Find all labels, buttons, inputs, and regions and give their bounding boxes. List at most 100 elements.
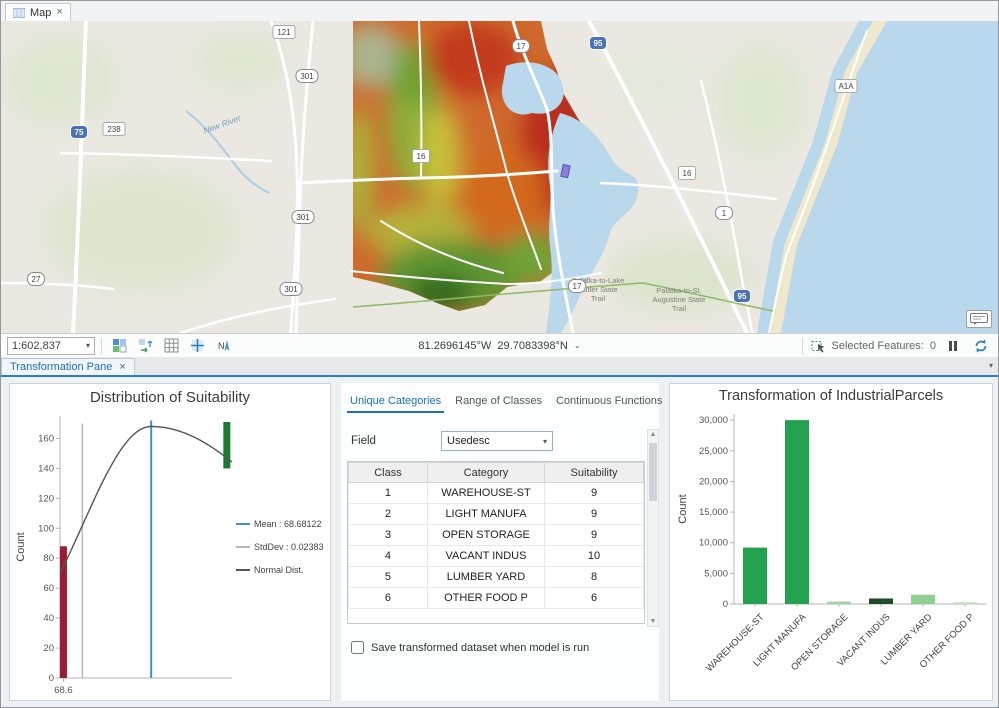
north-arrow-icon[interactable]: N bbox=[212, 336, 234, 356]
column-header-category[interactable]: Category bbox=[426, 462, 546, 483]
field-label: Field bbox=[351, 435, 376, 447]
pane-tab-close-icon[interactable]: × bbox=[119, 361, 125, 373]
scale-value: 1:602,837 bbox=[12, 339, 61, 352]
map-tab-close-icon[interactable]: × bbox=[56, 7, 62, 18]
table-row[interactable]: 2 LIGHT MANUFA 9 bbox=[348, 503, 644, 525]
column-header-suitability[interactable]: Suitability bbox=[544, 462, 644, 483]
route-shield-238: 238 bbox=[102, 122, 126, 136]
selected-features-count: 0 bbox=[929, 339, 936, 352]
bar-warehouse-st[interactable] bbox=[743, 547, 767, 604]
save-transformed-checkbox[interactable] bbox=[351, 641, 364, 654]
table-cell: WAREHOUSE-ST bbox=[426, 482, 546, 504]
route-shield-17: 17 bbox=[512, 39, 530, 53]
bar-other-food-p[interactable] bbox=[953, 602, 977, 604]
separator bbox=[801, 337, 803, 354]
y-axis-label: Count bbox=[15, 532, 27, 561]
scrollbar-thumb[interactable] bbox=[649, 443, 657, 501]
save-transformed-row[interactable]: Save transformed dataset when model is r… bbox=[351, 641, 589, 654]
route-shield-A1A: A1A bbox=[834, 79, 858, 93]
transformation-bar-chart: Transformation of IndustrialParcels 0 5,00… bbox=[677, 388, 986, 674]
table-cell: 9 bbox=[544, 482, 644, 504]
pane-menu-icon[interactable]: ▾ bbox=[989, 361, 993, 370]
coordinates-display[interactable]: 81.2696145°W 29.7083398°N ⌄ bbox=[418, 340, 580, 352]
svg-text:75: 75 bbox=[75, 128, 84, 137]
histogram-bar-high[interactable] bbox=[223, 421, 231, 469]
tab-range-of-classes[interactable]: Range of Classes bbox=[452, 393, 545, 411]
svg-text:0: 0 bbox=[49, 673, 54, 684]
svg-text:120: 120 bbox=[38, 493, 54, 504]
svg-text:160: 160 bbox=[38, 433, 54, 444]
pause-drawing-icon[interactable] bbox=[942, 336, 964, 356]
bar-light-manufa[interactable] bbox=[785, 420, 809, 604]
selection-icon bbox=[811, 340, 825, 353]
layer-grid-icon[interactable] bbox=[108, 336, 130, 356]
svg-text:100: 100 bbox=[38, 523, 54, 534]
grid-icon[interactable] bbox=[160, 336, 182, 356]
refresh-icon[interactable] bbox=[970, 336, 992, 356]
popup-pane-icon[interactable] bbox=[966, 310, 992, 328]
tab-unique-categories[interactable]: Unique Categories bbox=[347, 393, 445, 413]
route-shield-17: 17 bbox=[568, 279, 586, 293]
chart-axes bbox=[59, 416, 232, 679]
svg-text:Mean : 68.68122: Mean : 68.68122 bbox=[254, 519, 322, 529]
scrollbar[interactable]: ▲ ▼ bbox=[647, 429, 659, 627]
table-row[interactable]: 4 VACANT INDUS 10 bbox=[348, 545, 644, 567]
svg-text:A1A: A1A bbox=[838, 82, 854, 91]
table-row[interactable]: 5 LUMBER YARD 8 bbox=[348, 566, 644, 588]
route-shield-121: 121 bbox=[272, 25, 296, 39]
table-cell: 9 bbox=[544, 524, 644, 546]
pane-tab-label: Transformation Pane bbox=[10, 361, 113, 373]
column-header-class[interactable]: Class bbox=[348, 462, 428, 483]
route-shield-301: 301 bbox=[279, 282, 303, 296]
table-header-row: Class Category Suitability bbox=[348, 462, 644, 483]
table-row[interactable]: 3 OPEN STORAGE 9 bbox=[348, 524, 644, 546]
normal-dist-curve bbox=[59, 425, 233, 574]
scroll-up-icon[interactable]: ▲ bbox=[648, 431, 658, 438]
svg-text:25,000: 25,000 bbox=[699, 446, 728, 457]
swap-arrows-icon[interactable] bbox=[134, 336, 156, 356]
table-cell: OTHER FOOD P bbox=[426, 587, 546, 609]
svg-text:301: 301 bbox=[296, 213, 310, 222]
x-tick-label: 68.6 bbox=[54, 685, 73, 696]
svg-text:Normal Dist.: Normal Dist. bbox=[254, 565, 304, 575]
table-row[interactable]: 1 WAREHOUSE-ST 9 bbox=[348, 482, 644, 504]
document-tab-bar: Map × bbox=[1, 1, 998, 21]
statusbar-right-group: Selected Features: 0 bbox=[800, 336, 992, 356]
legend-item-normal[interactable]: Normal Dist. bbox=[236, 565, 304, 575]
scale-combobox[interactable]: 1:602,837 ▾ bbox=[7, 336, 95, 355]
legend-item-stddev[interactable]: StdDev : 0.02383 bbox=[236, 542, 324, 552]
bar-lumber-yard[interactable] bbox=[911, 594, 935, 604]
scroll-down-icon[interactable]: ▼ bbox=[648, 618, 658, 625]
tab-continuous-functions[interactable]: Continuous Functions bbox=[553, 393, 665, 411]
svg-text:0: 0 bbox=[723, 599, 728, 610]
map-canvas[interactable]: New RiverPalatka-to-Lake Butler State Trai… bbox=[1, 21, 999, 333]
route-shield-95: 95 bbox=[589, 36, 607, 50]
table-cell: 10 bbox=[544, 545, 644, 567]
route-shield-16: 16 bbox=[678, 166, 696, 180]
distribution-chart-panel: Distribution of Suitability 0 20 40 60 80 100 1… bbox=[9, 383, 331, 701]
table-cell: LIGHT MANUFA bbox=[426, 503, 546, 525]
field-combobox[interactable]: Usedesc ▾ bbox=[441, 431, 553, 451]
svg-text:30,000: 30,000 bbox=[699, 415, 728, 426]
route-shield-27: 27 bbox=[27, 272, 45, 286]
crosshair-icon[interactable] bbox=[186, 336, 208, 356]
map-tab-icon bbox=[13, 7, 25, 18]
map-view[interactable]: New River Palatka-to-Lake Butler State Trai… bbox=[1, 21, 999, 333]
transformation-chart-panel: Transformation of IndustrialParcels 0 5,00… bbox=[669, 383, 993, 701]
bar-open-storage[interactable] bbox=[827, 601, 851, 604]
legend-item-mean[interactable]: Mean : 68.68122 bbox=[236, 519, 322, 529]
svg-text:121: 121 bbox=[277, 28, 291, 37]
coordinates-value: 81.2696145°W 29.7083398°N bbox=[418, 339, 568, 352]
bar-vacant-indus[interactable] bbox=[869, 598, 893, 604]
table-row[interactable]: 6 OTHER FOOD P6 bbox=[348, 587, 644, 609]
table-cell: 1 bbox=[348, 482, 428, 504]
svg-text:16: 16 bbox=[683, 169, 692, 178]
svg-text:27: 27 bbox=[32, 275, 41, 284]
svg-text:20: 20 bbox=[43, 643, 54, 654]
transformation-subtabs: Unique Categories Range of Classes Continu… bbox=[343, 391, 669, 413]
y-axis-label: Count bbox=[677, 494, 689, 523]
svg-text:16: 16 bbox=[417, 152, 426, 161]
tab-transformation-pane[interactable]: Transformation Pane × bbox=[1, 358, 135, 375]
svg-text:StdDev : 0.02383: StdDev : 0.02383 bbox=[254, 542, 324, 552]
tab-map[interactable]: Map × bbox=[5, 3, 71, 21]
